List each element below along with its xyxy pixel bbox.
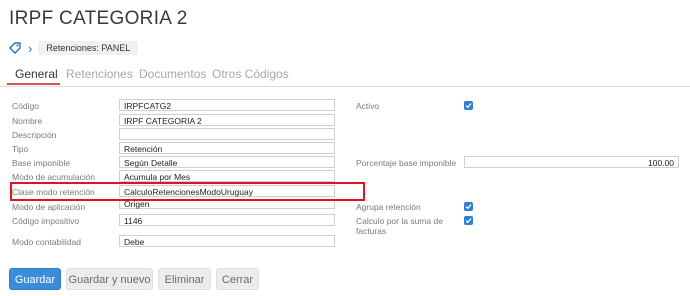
label-descripcion: Descripción (12, 130, 57, 140)
descripcion-field[interactable] (119, 128, 335, 140)
calculo-suma-checkbox[interactable] (464, 216, 473, 225)
label-calculo-suma: Calculo por la suma de facturas (356, 216, 443, 236)
label-modo-aplicacion: Modo de aplicación (12, 202, 86, 212)
tab-general[interactable]: General (15, 67, 58, 81)
label-porcentaje-base: Porcentaje base imponible (356, 158, 457, 168)
tag-icon[interactable] (8, 41, 22, 55)
save-and-new-button[interactable]: Guardar y nuevo (66, 268, 153, 290)
codigo-field[interactable]: IRPFCATG2 (119, 99, 335, 111)
close-button[interactable]: Cerrar (216, 268, 259, 290)
chevron-right-icon: › (28, 40, 33, 56)
delete-button[interactable]: Eliminar (158, 268, 211, 290)
nombre-field[interactable]: IRPF CATEGORIA 2 (119, 114, 335, 126)
label-modo-acumulacion: Modo de acumulación (12, 172, 96, 182)
tab-otros-codigos[interactable]: Otros Códigos (212, 67, 289, 81)
tab-retenciones[interactable]: Retenciones (66, 67, 133, 81)
label-tipo: Tipo (12, 144, 29, 154)
modo-aplicacion-field[interactable]: Origen (119, 200, 335, 209)
tab-bar: General Retenciones Documentos Otros Cód… (0, 64, 690, 87)
base-imponible-field[interactable]: Según Detalle (119, 156, 335, 168)
active-tab-indicator (7, 83, 60, 85)
label-activo: Activo (356, 101, 380, 111)
porcentaje-base-field[interactable]: 100.00 (464, 156, 679, 168)
breadcrumb: › Retenciones: PANEL (8, 39, 139, 57)
highlight-box (10, 182, 365, 201)
agrupa-retencion-checkbox[interactable] (464, 202, 473, 211)
check-icon (465, 103, 472, 109)
check-icon (465, 204, 472, 210)
label-codigo: Código (12, 101, 39, 111)
label-codigo-impositivo: Código impositivo (12, 216, 80, 226)
tipo-field[interactable]: Retención (119, 142, 335, 154)
check-icon (465, 218, 472, 224)
modo-acumulacion-field[interactable]: Acumula por Mes (119, 170, 335, 182)
tab-documentos[interactable]: Documentos (139, 67, 206, 81)
codigo-impositivo-field[interactable]: 1146 (119, 214, 335, 226)
label-agrupa-retencion: Agrupa retención (356, 202, 421, 212)
label-nombre: Nombre (12, 116, 43, 126)
activo-checkbox[interactable] (464, 101, 473, 110)
page-title: IRPF CATEGORIA 2 (9, 8, 188, 29)
modo-contabilidad-field[interactable]: Debe (119, 235, 335, 247)
save-button[interactable]: Guardar (9, 268, 61, 290)
breadcrumb-panel[interactable]: Retenciones: PANEL (38, 41, 139, 55)
label-base-imponible: Base imponible (12, 158, 71, 168)
label-modo-contabilidad: Modo contabilidad (12, 237, 81, 247)
